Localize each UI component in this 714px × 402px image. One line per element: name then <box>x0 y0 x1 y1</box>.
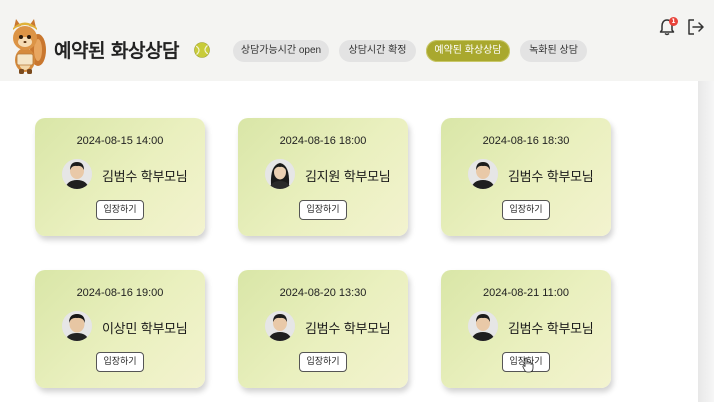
consult-datetime: 2024-08-16 19:00 <box>76 287 164 299</box>
hand-cursor-icon <box>522 357 534 373</box>
enter-button[interactable]: 입장하기 <box>299 200 347 220</box>
avatar <box>265 159 295 189</box>
avatar <box>468 159 498 189</box>
notification-badge: 1 <box>669 17 678 26</box>
consult-datetime: 2024-08-20 13:30 <box>279 287 367 299</box>
avatar <box>265 311 295 341</box>
enter-button[interactable]: 입장하기 <box>96 352 144 372</box>
consult-datetime: 2024-08-16 18:30 <box>482 135 570 147</box>
header-bar: 예약된 화상상담 상담가능시간 open 상담시간 확정 예약된 화상상담 녹화… <box>0 0 714 80</box>
enter-button[interactable]: 입장하기 <box>299 352 347 372</box>
consult-card: 2024-08-16 18:00 김지원 학부모님 입장하기 <box>238 118 408 236</box>
consult-card: 2024-08-16 18:30 김범수 학부모님 입장하기 <box>441 118 611 236</box>
enter-button[interactable]: 입장하기 <box>96 200 144 220</box>
parent-name: 김범수 학부모님 <box>102 170 188 185</box>
tab-confirm-time[interactable]: 상담시간 확정 <box>339 40 416 62</box>
consult-datetime: 2024-08-15 14:00 <box>76 135 164 147</box>
tab-recorded-consult[interactable]: 녹화된 상담 <box>520 40 587 62</box>
squirrel-mascot-icon <box>13 19 46 74</box>
tab-reserved-video-consult[interactable]: 예약된 화상상담 <box>426 40 510 62</box>
avatar <box>62 159 92 189</box>
enter-button[interactable]: 입장하기 <box>502 200 550 220</box>
parent-name: 김범수 학부모님 <box>508 170 594 185</box>
logout-icon[interactable] <box>686 17 706 37</box>
tab-open-availability[interactable]: 상담가능시간 open <box>233 40 329 62</box>
avatar <box>468 311 498 341</box>
consult-card: 2024-08-16 19:00 이상민 학부모님 입장하기 <box>35 270 205 388</box>
consult-datetime: 2024-08-21 11:00 <box>482 287 570 299</box>
tennis-ball-icon <box>194 42 210 58</box>
parent-name: 김범수 학부모님 <box>508 322 594 337</box>
parent-name: 이상민 학부모님 <box>102 322 188 337</box>
page-title: 예약된 화상상담 <box>54 40 179 62</box>
avatar <box>62 311 92 341</box>
consult-card: 2024-08-15 14:00 김범수 학부모님 입장하기 <box>35 118 205 236</box>
consult-datetime: 2024-08-16 18:00 <box>279 135 367 147</box>
scrollbar[interactable] <box>698 81 714 402</box>
parent-name: 김범수 학부모님 <box>305 322 391 337</box>
parent-name: 김지원 학부모님 <box>305 170 391 185</box>
consult-card: 2024-08-20 13:30 김범수 학부모님 입장하기 <box>238 270 408 388</box>
